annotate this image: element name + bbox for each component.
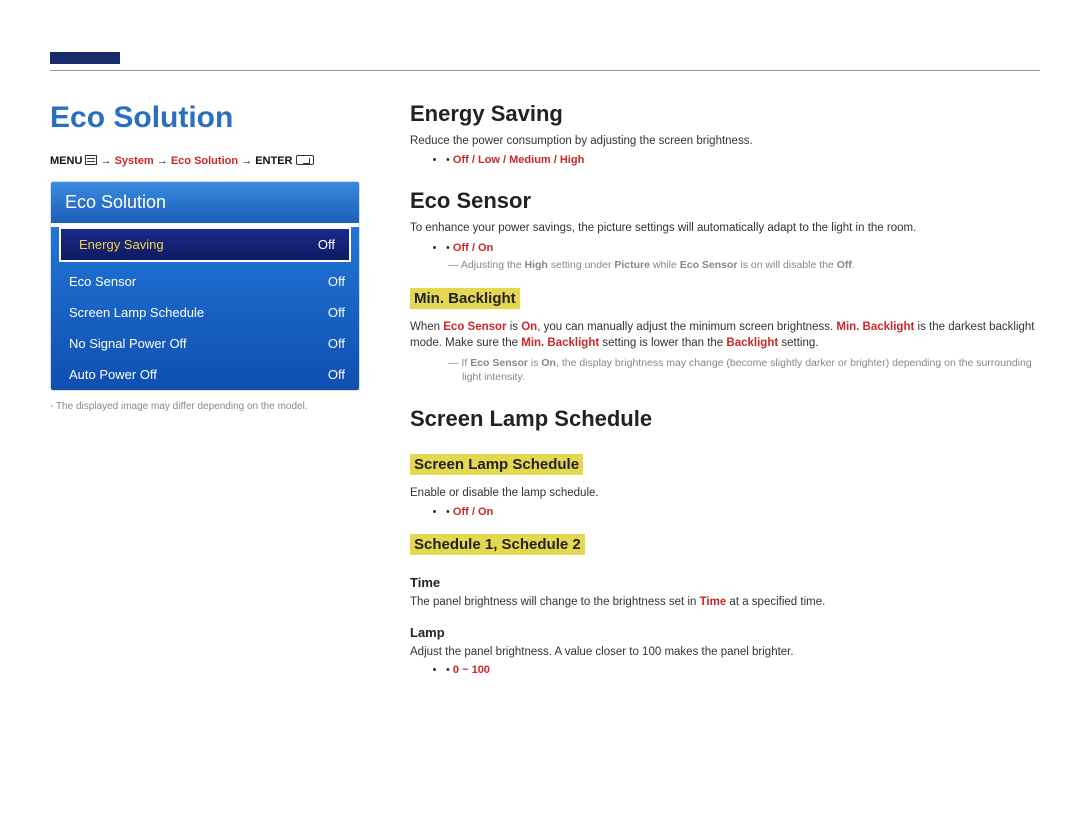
disclaimer-text: - The displayed image may differ dependi… (50, 401, 360, 412)
osdl-menu: Eco Solution Energy Saving Off Eco Senso… (50, 181, 360, 391)
menu-item-label: No Signal Power Off (69, 336, 187, 351)
section-eco-sensor-title: Eco Sensor (410, 188, 1040, 214)
crumb-eco: Eco Solution (171, 155, 238, 167)
top-accent-bar (50, 52, 120, 64)
breadcrumb: MENU → System → Eco Solution → ENTER (50, 155, 360, 167)
menu-item-label: Auto Power Off (69, 367, 157, 382)
arrow-icon: → (101, 155, 112, 167)
arrow-icon: → (241, 155, 252, 167)
min-backlight-note: If Eco Sensor is On, the display brightn… (428, 356, 1040, 384)
sls-sub1-desc: Enable or disable the lamp schedule. (410, 485, 1040, 502)
menu-header: Eco Solution (51, 182, 359, 223)
sls-sub2-heading: Schedule 1, Schedule 2 (410, 534, 585, 555)
min-backlight-heading: Min. Backlight (410, 288, 520, 309)
enter-icon (296, 155, 314, 165)
page-title: Eco Solution (50, 101, 360, 135)
energy-saving-options: • Off / Low / Medium / High (446, 154, 1040, 166)
arrow-icon: → (157, 155, 168, 167)
page: Eco Solution MENU → System → Eco Solutio… (0, 71, 1080, 676)
menu-label: MENU (50, 155, 82, 167)
right-column: Energy Saving Reduce the power consumpti… (410, 101, 1040, 676)
crumb-system: System (115, 155, 154, 167)
section-sls-title: Screen Lamp Schedule (410, 406, 1040, 432)
menu-item-value: Off (328, 305, 345, 320)
menu-item-label: Screen Lamp Schedule (69, 305, 204, 320)
menu-item-auto-power-off[interactable]: Auto Power Off Off (51, 359, 359, 390)
menu-icon (85, 155, 97, 165)
min-backlight-desc: When Eco Sensor is On, you can manually … (410, 319, 1040, 352)
eco-sensor-note: Adjusting the High setting under Picture… (428, 258, 1040, 272)
menu-item-label: Energy Saving (79, 237, 164, 252)
sls-sub1-heading: Screen Lamp Schedule (410, 454, 583, 475)
left-column: Eco Solution MENU → System → Eco Solutio… (50, 101, 360, 676)
menu-item-value: Off (328, 274, 345, 289)
eco-sensor-options: • Off / On (446, 242, 1040, 254)
menu-item-value: Off (328, 367, 345, 382)
menu-item-value: Off (328, 336, 345, 351)
eco-sensor-desc: To enhance your power savings, the pictu… (410, 220, 1040, 237)
menu-body: Energy Saving Off Eco Sensor Off Screen … (51, 227, 359, 390)
lamp-desc: Adjust the panel brightness. A value clo… (410, 644, 1040, 661)
sls-sub1-options: • Off / On (446, 506, 1040, 518)
lamp-heading: Lamp (410, 625, 1040, 640)
menu-item-eco-sensor[interactable]: Eco Sensor Off (51, 266, 359, 297)
energy-saving-desc: Reduce the power consumption by adjustin… (410, 133, 1040, 150)
time-heading: Time (410, 575, 1040, 590)
menu-item-value: Off (318, 237, 335, 252)
enter-label: ENTER (255, 155, 292, 167)
menu-item-no-signal[interactable]: No Signal Power Off Off (51, 328, 359, 359)
menu-item-energy-saving[interactable]: Energy Saving Off (59, 227, 351, 262)
lamp-options: • 0 ~ 100 (446, 664, 1040, 676)
menu-item-screen-lamp[interactable]: Screen Lamp Schedule Off (51, 297, 359, 328)
time-desc: The panel brightness will change to the … (410, 594, 1040, 611)
section-energy-saving-title: Energy Saving (410, 101, 1040, 127)
menu-item-label: Eco Sensor (69, 274, 136, 289)
